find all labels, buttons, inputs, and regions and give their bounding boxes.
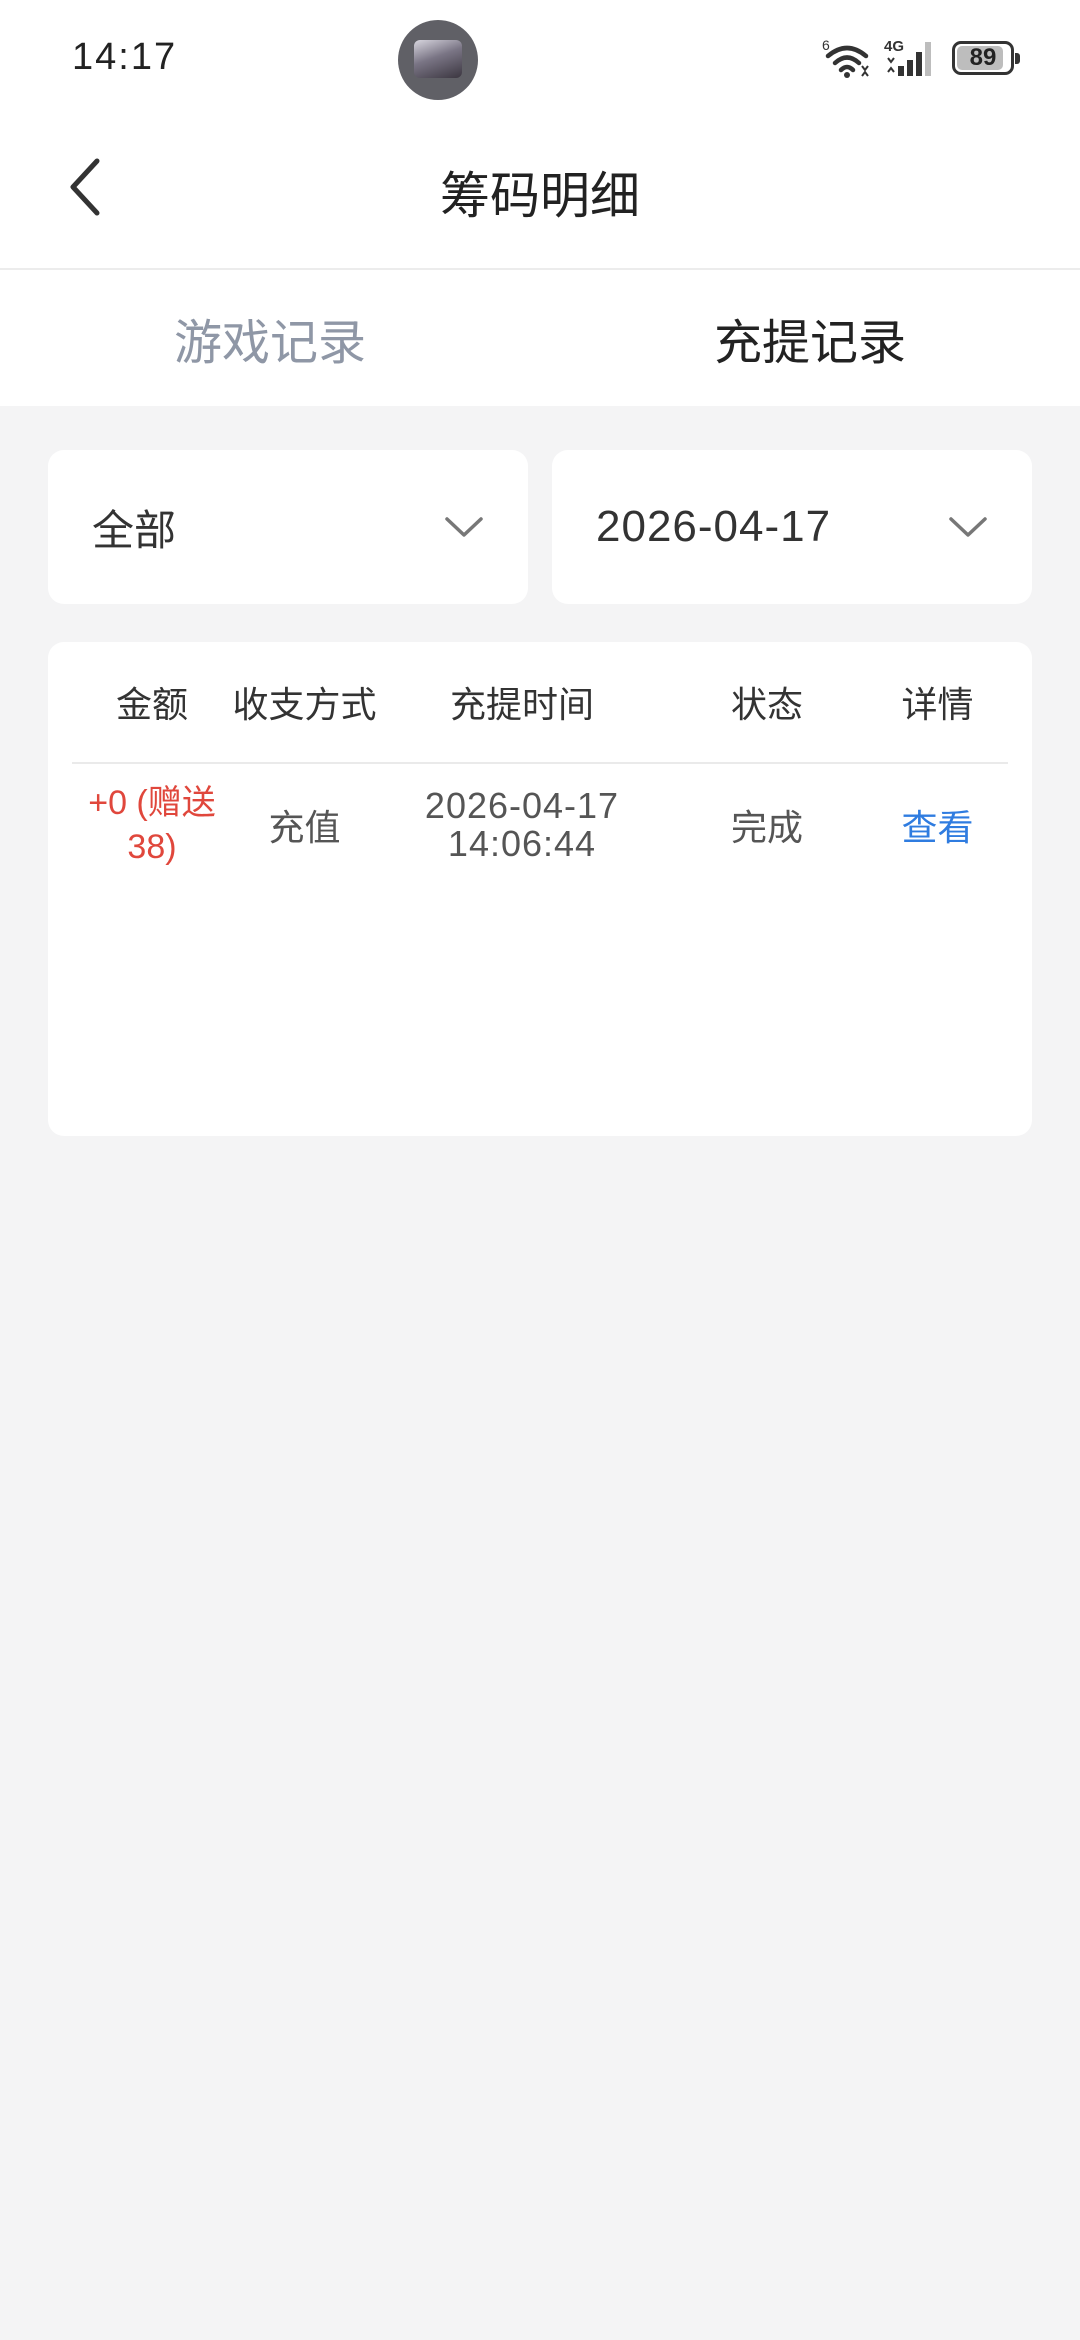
date-filter-value: 2026-04-17 xyxy=(596,502,832,551)
table-row: +0 (赠送38) 充值 2026-04-17 14:06:44 完成 查看 xyxy=(72,764,1008,886)
page-title: 筹码明细 xyxy=(440,167,640,225)
type-filter-value: 全部 xyxy=(92,505,177,555)
table-header: 金额 收支方式 充提时间 状态 详情 xyxy=(72,642,1008,764)
chevron-down-icon xyxy=(949,517,987,537)
filter-bar: 全部 2026-04-17 xyxy=(48,450,1032,604)
row-datetime: 2026-04-17 14:06:44 xyxy=(377,787,667,863)
svg-text:4G: 4G xyxy=(884,38,904,55)
view-detail-link[interactable]: 查看 xyxy=(867,799,1008,851)
tab-game-records[interactable]: 游戏记录 xyxy=(0,270,540,406)
column-header-amount: 金额 xyxy=(115,685,188,726)
date-filter-select[interactable]: 2026-04-17 xyxy=(552,450,1032,604)
status-icons: 6 4G 89 xyxy=(822,34,1020,82)
row-status: 完成 xyxy=(730,808,803,849)
svg-text:6: 6 xyxy=(822,37,830,53)
row-time: 14:06:44 xyxy=(447,823,597,864)
column-header-detail: 详情 xyxy=(901,685,974,726)
cellular-signal-icon: 4G xyxy=(884,38,931,76)
battery-icon: 89 xyxy=(952,41,1020,75)
column-header-status: 状态 xyxy=(730,685,803,726)
records-table-card: 金额 收支方式 充提时间 状态 详情 +0 (赠送38) 充值 2026-04-… xyxy=(48,642,1032,1136)
battery-level: 89 xyxy=(969,44,997,71)
status-time: 14:17 xyxy=(72,36,178,78)
tab-bar: 游戏记录 充提记录 xyxy=(0,270,1080,406)
column-header-time: 充提时间 xyxy=(449,685,594,726)
row-method: 充值 xyxy=(268,808,341,849)
row-date: 2026-04-17 xyxy=(424,785,620,826)
nav-bar: 筹码明细 xyxy=(0,120,1080,270)
type-filter-select[interactable]: 全部 xyxy=(48,450,528,604)
chevron-down-icon xyxy=(445,517,483,537)
tab-deposit-withdraw-records[interactable]: 充提记录 xyxy=(540,270,1080,406)
column-header-method: 收支方式 xyxy=(232,685,377,726)
status-bar: 14:17 6 4G 89 xyxy=(0,0,1080,120)
row-amount: +0 (赠送38) xyxy=(88,784,216,866)
notification-avatar xyxy=(398,20,478,100)
wifi-icon: 6 xyxy=(822,37,869,78)
